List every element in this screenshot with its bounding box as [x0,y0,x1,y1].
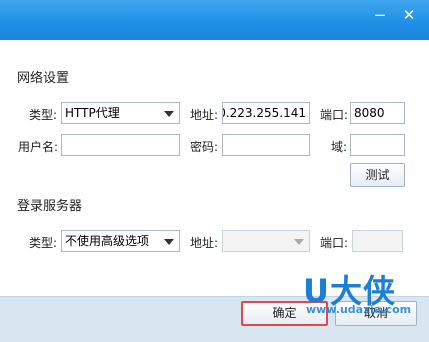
login-address-select [222,230,310,252]
proxy-address-label: 地址: [190,108,219,122]
username-input[interactable] [61,134,180,156]
domain-input[interactable] [350,134,405,156]
title-bar: − ✕ [0,0,429,40]
proxy-port-input[interactable]: 8080 [350,102,405,124]
proxy-type-value: HTTP代理 [65,106,120,120]
login-address-label: 地址: [190,236,219,250]
network-settings-title: 网络设置 [17,71,70,86]
login-port-input [352,230,403,252]
proxy-address-input[interactable]: 60.223.255.141 [222,102,310,124]
close-icon[interactable]: ✕ [400,6,418,24]
chevron-down-icon [164,239,174,245]
login-port-label: 端口: [320,236,349,250]
domain-label: 域: [331,140,348,154]
dialog-content: 网络设置 类型: HTTP代理 地址: 60.223.255.141 端口: 8… [0,40,429,296]
minimize-icon[interactable]: − [371,6,389,24]
login-type-label: 类型: [29,236,58,250]
proxy-address-value: 60.223.255.141 [223,106,306,120]
chevron-down-icon [164,111,174,117]
watermark-url: www.udaxia.com [306,303,412,316]
login-server-title: 登录服务器 [17,199,83,214]
test-button[interactable]: 测试 [350,163,405,187]
password-input[interactable] [222,134,310,156]
login-type-value: 不使用高级选项 [65,234,150,248]
chevron-down-icon [294,239,304,245]
proxy-port-label: 端口: [320,108,349,122]
proxy-type-select[interactable]: HTTP代理 [61,102,180,124]
username-label: 用户名: [18,140,59,154]
password-label: 密码: [190,140,219,154]
proxy-type-label: 类型: [29,108,58,122]
login-type-select[interactable]: 不使用高级选项 [61,230,180,252]
